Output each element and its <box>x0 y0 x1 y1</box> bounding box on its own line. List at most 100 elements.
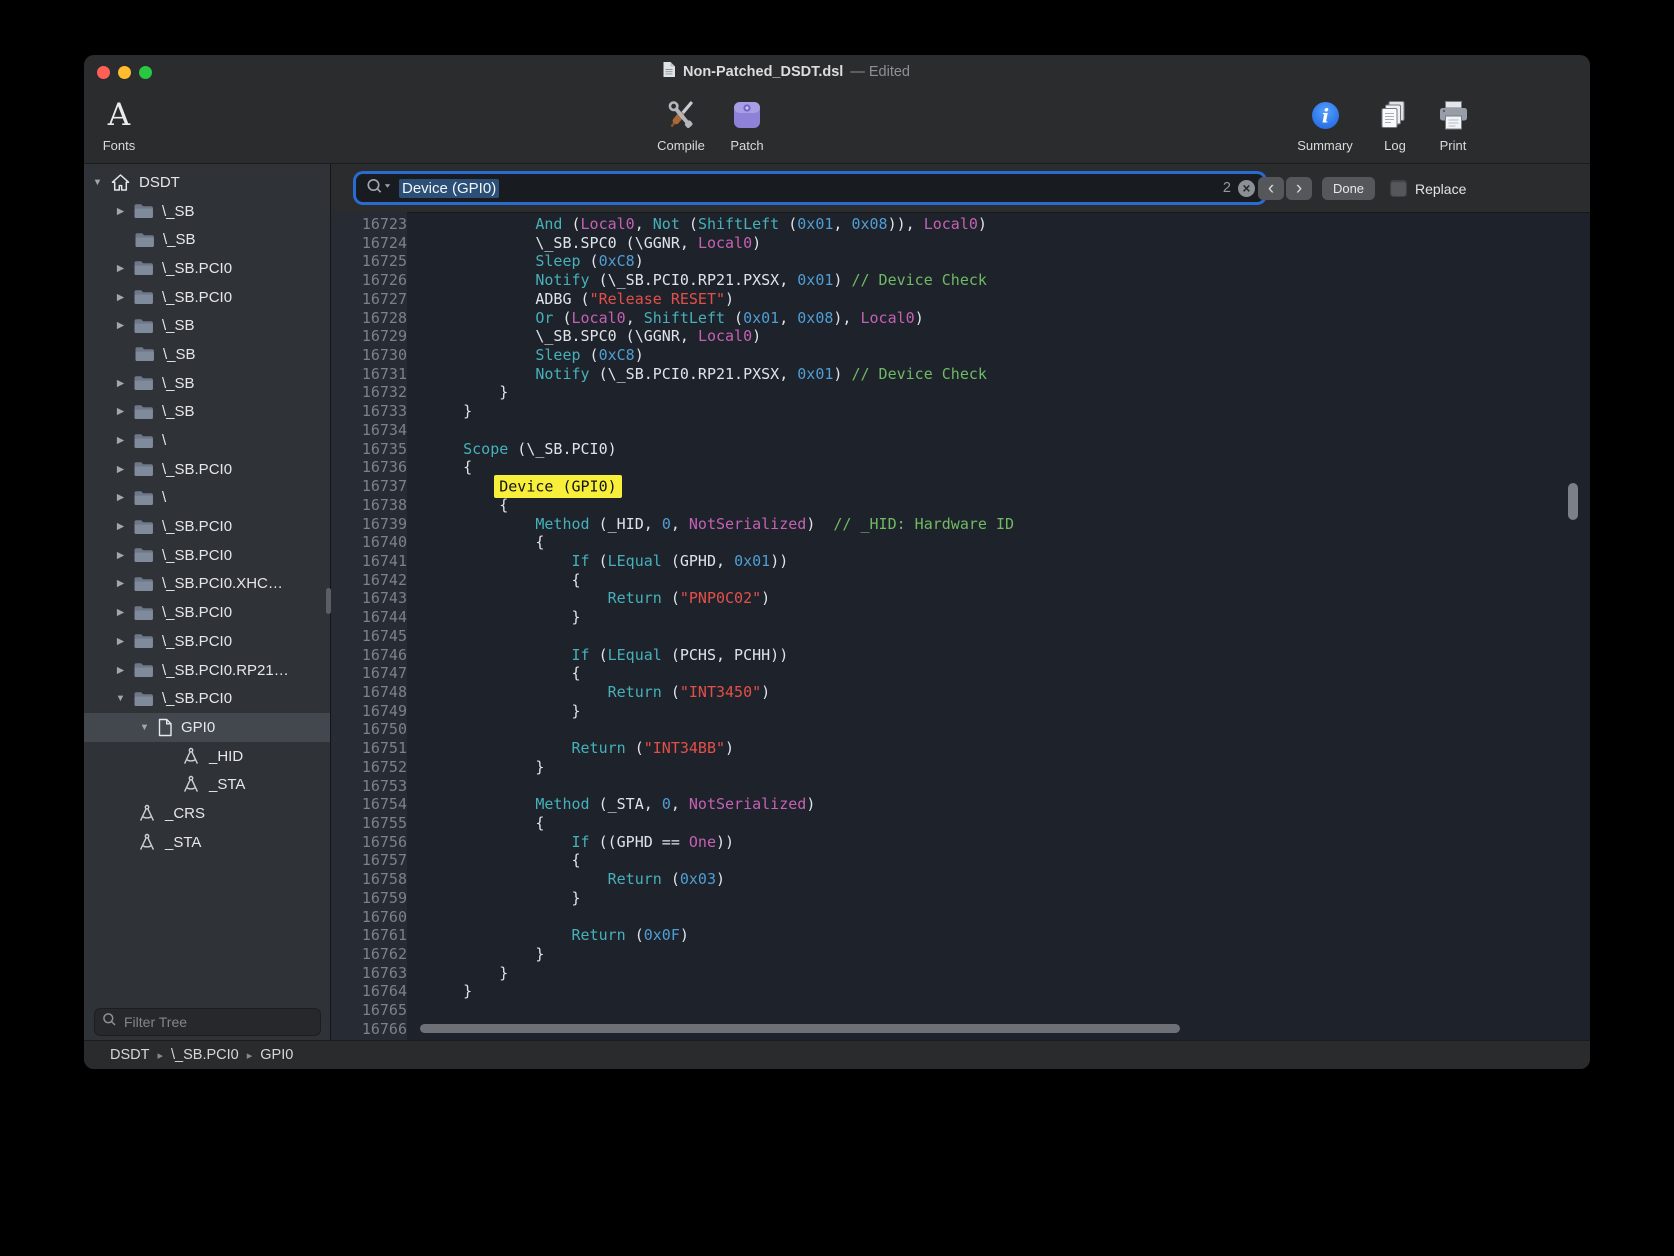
code-line-16753: 16753 <box>331 777 1590 796</box>
find-next-button[interactable]: › <box>1286 177 1312 200</box>
code-line-16762: 16762 } <box>331 945 1590 964</box>
tree-item-crs[interactable]: _CRS <box>84 799 330 828</box>
tree-item-sta[interactable]: _STA <box>84 770 330 799</box>
code-text: Scope (\_SB.PCI0) <box>418 440 617 459</box>
line-number: 16765 <box>331 1001 418 1020</box>
code-text: Or (Local0, ShiftLeft (0x01, 0x08), Loca… <box>418 309 924 328</box>
replace-checkbox[interactable] <box>1390 180 1407 197</box>
search-menu-icon[interactable] <box>365 177 392 199</box>
tree-item-sb[interactable]: \_SB <box>84 225 330 254</box>
disclosure-closed-icon[interactable]: ▶ <box>113 406 128 417</box>
folder-icon <box>133 404 154 420</box>
disclosure-closed-icon[interactable]: ▶ <box>113 578 128 589</box>
tree-item-sb[interactable]: ▶\_SB <box>84 311 330 340</box>
line-number: 16764 <box>331 982 418 1001</box>
code-line-16723: 16723 And (Local0, Not (ShiftLeft (0x01,… <box>331 215 1590 234</box>
code-text: Sleep (0xC8) <box>418 252 644 271</box>
tree-item-[interactable]: ▶\ <box>84 426 330 455</box>
code-line-16742: 16742 { <box>331 571 1590 590</box>
line-number: 16730 <box>331 346 418 365</box>
line-number: 16731 <box>331 365 418 384</box>
tree-item-sbpci0xhc[interactable]: ▶\_SB.PCI0.XHC… <box>84 570 330 599</box>
disclosure-closed-icon[interactable]: ▶ <box>113 292 128 303</box>
breadcrumb-item[interactable]: GPI0 <box>260 1047 293 1063</box>
code-line-16749: 16749 } <box>331 702 1590 721</box>
breadcrumb-item[interactable]: \_SB.PCI0 <box>171 1047 239 1063</box>
svg-text:i: i <box>1321 105 1328 127</box>
tree-item-label: \_SB.PCI0 <box>162 461 232 478</box>
tree-item-sbpci0[interactable]: ▶\_SB.PCI0 <box>84 598 330 627</box>
tree-item-sbpci0[interactable]: ▶ \_SB.PCI0 <box>84 455 330 484</box>
disclosure-closed-icon[interactable]: ▶ <box>113 607 128 618</box>
disclosure-closed-icon[interactable]: ▶ <box>113 521 128 532</box>
fonts-button[interactable]: A Fonts <box>86 94 152 153</box>
disclosure-closed-icon[interactable]: ▶ <box>113 378 128 389</box>
fonts-icon: A <box>108 100 130 131</box>
done-button[interactable]: Done <box>1322 177 1375 200</box>
tree-item-label: \_SB <box>162 203 195 220</box>
vertical-scrollbar-thumb[interactable] <box>1568 483 1578 520</box>
disclosure-closed-icon[interactable]: ▶ <box>113 206 128 217</box>
disclosure-open-icon[interactable]: ▼ <box>90 177 105 188</box>
code-editor[interactable]: 16723 And (Local0, Not (ShiftLeft (0x01,… <box>331 212 1590 1041</box>
tree-item-sta[interactable]: _STA <box>84 828 330 857</box>
tree-item-sbpci0[interactable]: ▼ \_SB.PCI0 <box>84 684 330 713</box>
folder-icon <box>133 662 154 678</box>
search-icon <box>102 1012 117 1032</box>
acpi-tree: ▼ DSDT ▶ \_SB \_SB ▶ \_SB.PCI0 ▶ \_SB.PCI0 ▶ \_SB \… <box>84 164 330 857</box>
folder-icon <box>133 633 154 649</box>
disclosure-closed-icon[interactable]: ▶ <box>113 665 128 676</box>
log-button[interactable]: Log <box>1362 94 1428 153</box>
compile-button[interactable]: Compile <box>648 94 714 153</box>
disclosure-closed-icon[interactable]: ▶ <box>113 320 128 331</box>
tree-item-hid[interactable]: _HID <box>84 742 330 771</box>
tree-item-sbpci0[interactable]: ▶\_SB.PCI0 <box>84 627 330 656</box>
disclosure-open-icon[interactable]: ▼ <box>137 722 152 733</box>
tree-item-label: DSDT <box>139 174 180 191</box>
horizontal-scrollbar-thumb[interactable] <box>420 1024 1180 1033</box>
code-lines: 16723 And (Local0, Not (ShiftLeft (0x01,… <box>331 212 1590 1039</box>
clear-search-button[interactable]: × <box>1238 180 1255 197</box>
tree-item-sbpci0rp21[interactable]: ▶\_SB.PCI0.RP21… <box>84 656 330 685</box>
code-line-16733: 16733 } <box>331 402 1590 421</box>
tree-item-sbpci0[interactable]: ▶\_SB.PCI0 <box>84 254 330 283</box>
tree-item-sb[interactable]: ▶\_SB <box>84 369 330 398</box>
filter-tree-field[interactable] <box>94 1008 321 1036</box>
tree-item-gpi0[interactable]: ▼GPI0 <box>84 713 330 742</box>
disclosure-closed-icon[interactable]: ▶ <box>113 464 128 475</box>
tree-item-sb[interactable]: ▶\_SB <box>84 398 330 427</box>
tree-item-label: \ <box>162 432 166 449</box>
tree-item-label: \_SB <box>163 346 196 363</box>
patch-button[interactable]: Patch <box>714 94 780 153</box>
disclosure-open-icon[interactable]: ▼ <box>113 693 128 704</box>
tree-item-dsdt[interactable]: ▼ DSDT <box>84 168 330 197</box>
tree-item-sbpci0[interactable]: ▶\_SB.PCI0 <box>84 512 330 541</box>
code-line-16730: 16730 Sleep (0xC8) <box>331 346 1590 365</box>
find-previous-button[interactable]: ‹ <box>1258 177 1284 200</box>
tree-item-sb[interactable]: ▶ \_SB <box>84 197 330 226</box>
tree-item-[interactable]: ▶\ <box>84 484 330 513</box>
tree-item-label: \_SB.PCI0 <box>162 690 232 707</box>
disclosure-closed-icon[interactable]: ▶ <box>113 636 128 647</box>
code-text: Notify (\_SB.PCI0.RP21.PXSX, 0x01) // De… <box>418 271 987 290</box>
tree-item-sb[interactable]: \_SB <box>84 340 330 369</box>
tree-item-sbpci0[interactable]: ▶\_SB.PCI0 <box>84 283 330 312</box>
code-line-16764: 16764 } <box>331 982 1590 1001</box>
disclosure-closed-icon[interactable]: ▶ <box>113 550 128 561</box>
disclosure-closed-icon[interactable]: ▶ <box>113 263 128 274</box>
tree-item-sbpci0[interactable]: ▶\_SB.PCI0 <box>84 541 330 570</box>
filter-tree-input[interactable] <box>122 1013 313 1031</box>
pane-splitter-handle[interactable] <box>326 588 331 614</box>
zoom-button[interactable] <box>139 66 152 79</box>
summary-button[interactable]: i Summary <box>1292 94 1358 153</box>
find-search-field[interactable]: Device (GPI0) 2 × <box>356 174 1264 202</box>
close-button[interactable] <box>97 66 110 79</box>
code-text: { <box>418 533 544 552</box>
disclosure-closed-icon[interactable]: ▶ <box>113 435 128 446</box>
disclosure-closed-icon[interactable]: ▶ <box>113 492 128 503</box>
breadcrumb-item[interactable]: DSDT <box>110 1047 149 1063</box>
line-number: 16726 <box>331 271 418 290</box>
print-button[interactable]: Print <box>1420 94 1486 153</box>
code-line-16745: 16745 <box>331 627 1590 646</box>
minimize-button[interactable] <box>118 66 131 79</box>
